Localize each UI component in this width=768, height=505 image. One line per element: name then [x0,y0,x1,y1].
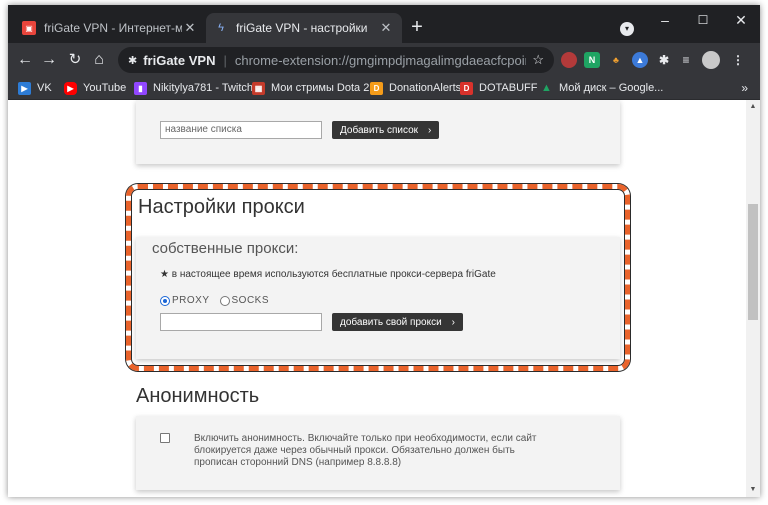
url-text: chrome-extension://gmgimpdjmagalimgdaeac… [234,52,526,68]
donationalerts-icon: D [370,81,383,95]
maximize-button[interactable]: ☐ [684,5,722,35]
extension-frigate-icon[interactable]: ▲ [632,52,648,68]
youtube-icon: ▶ [64,81,77,95]
google-drive-icon: ▲ [541,81,552,94]
list-card: название списка Добавить список › [136,100,620,164]
anonymity-checkbox[interactable] [160,433,170,443]
anonymity-line-2: блокируется даже через обычный прокси. О… [194,445,515,456]
anonymity-description: Включить анонимность. Включайте только п… [194,433,594,469]
reading-list-icon[interactable]: ≡ [678,52,694,68]
scrollbar-thumb[interactable] [748,204,758,320]
avatar[interactable] [702,51,720,69]
tab-title: friGate VPN - настройки [236,21,368,35]
bookmark-donationalerts[interactable]: D DonationAlerts [370,80,461,96]
add-list-button[interactable]: Добавить список › [332,121,440,139]
tab-frigate-shop[interactable]: ▣ friGate VPN - Интернет-магазин ✕ [14,13,206,43]
bookmark-label: Мои стримы Dota 2 [271,82,370,94]
tab-strip: ▣ friGate VPN - Интернет-магазин ✕ ϟ fri… [8,5,760,43]
menu-dots-icon[interactable]: ⋮ [730,52,746,68]
proxy-settings-title: Настройки прокси [138,196,305,218]
lightning-favicon-icon: ϟ [218,22,224,34]
dotabuff-icon: D [460,81,473,95]
bookmark-dota-streams[interactable]: ▦ Мои стримы Dota 2 [252,80,369,96]
bookmark-google-drive[interactable]: ▲ Мой диск – Google... [540,80,663,96]
star-icon: ★ [160,269,169,280]
reload-icon[interactable]: ↻ [64,49,86,71]
bookmark-youtube[interactable]: ▶ YouTube [64,80,126,96]
socks-radio-label: SOCKS [231,295,270,306]
address-bar[interactable]: ✱ friGate VPN | chrome-extension://gmgim… [118,47,554,73]
anonymity-card: Включить анонимность. Включайте только п… [136,416,620,490]
tab-title: friGate VPN - Интернет-магазин [44,21,182,35]
more-bookmarks-icon[interactable]: » [741,81,748,95]
vk-icon: ▶ [18,81,31,95]
bookmark-label: Nikitylya781 - Twitch [153,82,254,94]
add-list-label: Добавить список [340,124,419,136]
scroll-down-icon[interactable]: ▼ [746,483,760,497]
anonymity-title: Анонимность [136,385,260,407]
custom-proxy-input[interactable] [160,313,322,331]
extension-n-icon[interactable]: N [584,52,600,68]
twitch-icon: ▮ [134,81,147,95]
bookmark-label: DonationAlerts [389,82,462,94]
chevron-right-icon: › [428,124,432,136]
proxy-card: собственные прокси: ★ в настоящее время … [136,237,620,359]
chevron-right-icon: › [451,316,456,328]
bookmarks-bar: ▶ VK ▶ YouTube ▮ Nikitylya781 - Twitch ▦… [8,77,760,100]
proxy-radio-label: PROXY [172,295,210,306]
bookmark-dotabuff[interactable]: D DOTABUFF [460,80,537,96]
socks-radio[interactable] [219,295,230,306]
dota-icon: ▦ [252,81,265,95]
extensions-puzzle-icon[interactable]: ✱ [656,52,672,68]
extension-puzzle-icon: ✱ [128,54,138,67]
new-tab-button[interactable]: + [406,17,428,39]
tab-search-icon[interactable]: ▾ [620,22,634,36]
bookmark-label: Мой диск – Google... [559,82,664,94]
proxy-radio[interactable] [160,295,170,306]
toolbar: ← → ↻ ⌂ ✱ friGate VPN | chrome-extension… [8,43,760,77]
free-proxy-note: ★ в настоящее время используются бесплат… [160,269,496,280]
add-own-proxy-button[interactable]: добавить свой прокси › [332,313,464,331]
bookmark-vk[interactable]: ▶ VK [18,80,52,96]
close-tab-icon[interactable]: ✕ [182,20,198,36]
free-proxy-note-text: в настоящее время используются бесплатны… [171,269,496,280]
close-window-button[interactable]: ✕ [722,5,760,35]
bookmark-label: YouTube [83,82,127,94]
browser-window: ▣ friGate VPN - Интернет-магазин ✕ ϟ fri… [8,5,760,497]
add-own-proxy-label: добавить свой прокси [340,316,442,328]
proxy-type-radios: PROXY SOCKS [160,295,269,306]
omnibox-separator: | [223,52,227,68]
back-icon[interactable]: ← [14,49,36,71]
minimize-button[interactable]: – [646,5,684,35]
scroll-up-icon[interactable]: ▲ [746,100,760,114]
tab-frigate-settings[interactable]: ϟ friGate VPN - настройки ✕ [206,13,402,43]
bookmark-star-icon[interactable]: ☆ [532,52,544,68]
shop-favicon-icon: ▣ [22,21,36,35]
forward-icon[interactable]: → [38,49,60,71]
extension-adguard-icon[interactable]: ♣ [608,52,624,68]
home-icon[interactable]: ⌂ [88,49,110,71]
bookmark-twitch[interactable]: ▮ Nikitylya781 - Twitch [134,80,253,96]
vertical-scrollbar[interactable]: ▲ ▼ [746,100,760,497]
bookmark-label: DOTABUFF [479,82,538,94]
close-tab-icon[interactable]: ✕ [378,20,394,36]
bookmark-label: VK [37,82,52,94]
anonymity-line-3: прописан сторонний DNS (например 8.8.8.8… [194,457,402,468]
page-content: название списка Добавить список › Настро… [8,100,760,497]
site-name: friGate VPN [143,52,216,68]
list-name-input[interactable]: название списка [160,121,322,139]
own-proxies-subheading: собственные прокси: [152,240,299,257]
extension-red-icon[interactable] [561,52,577,68]
anonymity-line-1: Включить анонимность. Включайте только п… [194,433,537,444]
